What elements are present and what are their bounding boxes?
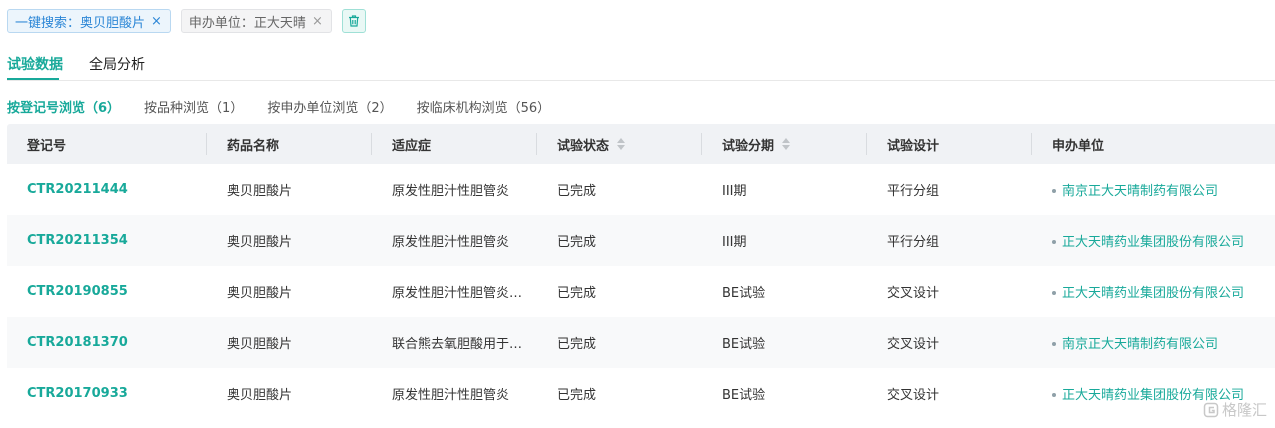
subtab-by-variety[interactable]: 按品种浏览（1） bbox=[144, 97, 243, 116]
drug-name-cell: 奥贝胆酸片 bbox=[227, 388, 293, 403]
header-trial-phase[interactable]: 试验分期 bbox=[702, 124, 867, 164]
design-cell: 交叉设计 bbox=[887, 337, 940, 352]
indication-cell: 原发性胆汁性胆管炎… bbox=[392, 286, 523, 301]
sponsor-filter-label: 申办单位：正大天晴 bbox=[188, 15, 306, 31]
status-cell: 已完成 bbox=[557, 235, 597, 250]
watermark: 格隆汇 bbox=[1203, 399, 1267, 420]
registration-no-link[interactable]: CTR20211354 bbox=[7, 233, 207, 248]
status-cell: 已完成 bbox=[557, 388, 597, 403]
drug-name-cell: 奥贝胆酸片 bbox=[227, 235, 293, 250]
header-trial-design: 试验设计 bbox=[867, 124, 1032, 164]
table-row: CTR20211444 奥贝胆酸片 原发性胆汁性胆管炎 已完成 III期 平行分组 南京正大… bbox=[7, 164, 1275, 215]
bullet-icon bbox=[1052, 392, 1056, 397]
table-row: CTR20170933 奥贝胆酸片 原发性胆汁性胆管炎 已完成 BE试验 交叉设计 正大天晴… bbox=[7, 368, 1275, 419]
watermark-text: 格隆汇 bbox=[1221, 401, 1267, 419]
sponsor-link[interactable]: 南京正大天晴制药有限公司 bbox=[1032, 180, 1275, 199]
close-icon[interactable]: × bbox=[312, 14, 323, 29]
status-cell: 已完成 bbox=[557, 337, 597, 352]
phase-cell: III期 bbox=[722, 235, 747, 250]
phase-cell: BE试验 bbox=[722, 337, 766, 352]
bullet-icon bbox=[1052, 188, 1056, 193]
active-tab-indicator bbox=[7, 78, 59, 80]
table-row: CTR20181370 奥贝胆酸片 联合熊去氧胆酸用于… 已完成 BE试验 交叉设计 南京正… bbox=[7, 317, 1275, 368]
bullet-icon bbox=[1052, 341, 1056, 346]
design-cell: 交叉设计 bbox=[887, 286, 940, 301]
logo-icon bbox=[1203, 402, 1219, 417]
indication-cell: 联合熊去氧胆酸用于… bbox=[392, 337, 523, 352]
table-header: 登记号 药品名称 适应症 试验状态 试验分期 试验设计 申办单位 bbox=[7, 124, 1275, 164]
phase-cell: III期 bbox=[722, 184, 747, 199]
search-filter-label: 一键搜索：奥贝胆酸片 bbox=[15, 15, 146, 31]
trash-icon bbox=[348, 15, 359, 27]
phase-cell: BE试验 bbox=[722, 286, 766, 301]
phase-cell: BE试验 bbox=[722, 388, 766, 403]
main-tabs: 试验数据 全局分析 bbox=[7, 54, 1275, 81]
header-registration-no: 登记号 bbox=[7, 124, 207, 164]
clear-filters-button[interactable] bbox=[341, 9, 366, 33]
drug-name-cell: 奥贝胆酸片 bbox=[227, 184, 293, 199]
registration-no-link[interactable]: CTR20181370 bbox=[7, 335, 207, 350]
header-trial-status[interactable]: 试验状态 bbox=[537, 124, 702, 164]
sort-icon[interactable] bbox=[782, 137, 791, 151]
browse-subtabs: 按登记号浏览（6） 按品种浏览（1） 按申办单位浏览（2） 按临床机构浏览（56… bbox=[7, 97, 574, 116]
design-cell: 平行分组 bbox=[887, 184, 940, 199]
design-cell: 平行分组 bbox=[887, 235, 940, 250]
header-drug-name: 药品名称 bbox=[207, 124, 372, 164]
status-cell: 已完成 bbox=[557, 286, 597, 301]
tab-global-analysis[interactable]: 全局分析 bbox=[89, 54, 145, 74]
sponsor-link[interactable]: 南京正大天晴制药有限公司 bbox=[1032, 333, 1275, 352]
drug-name-cell: 奥贝胆酸片 bbox=[227, 286, 293, 301]
sort-icon[interactable] bbox=[617, 137, 626, 151]
table-row: CTR20190855 奥贝胆酸片 原发性胆汁性胆管炎… 已完成 BE试验 交叉设计 正大天… bbox=[7, 266, 1275, 317]
header-indication: 适应症 bbox=[372, 124, 537, 164]
sponsor-link[interactable]: 正大天晴药业集团股份有限公司 bbox=[1032, 231, 1275, 250]
filter-chips: 一键搜索：奥贝胆酸片 × 申办单位：正大天晴 × bbox=[7, 9, 366, 33]
table-row: CTR20211354 奥贝胆酸片 原发性胆汁性胆管炎 已完成 III期 平行分组 正大天晴… bbox=[7, 215, 1275, 266]
close-icon[interactable]: × bbox=[151, 14, 162, 29]
indication-cell: 原发性胆汁性胆管炎 bbox=[392, 388, 510, 403]
subtab-by-registration[interactable]: 按登记号浏览（6） bbox=[7, 97, 120, 116]
drug-name-cell: 奥贝胆酸片 bbox=[227, 337, 293, 352]
registration-no-link[interactable]: CTR20190855 bbox=[7, 284, 207, 299]
header-sponsor: 申办单位 bbox=[1052, 138, 1105, 154]
indication-cell: 原发性胆汁性胆管炎 bbox=[392, 184, 510, 199]
registration-no-link[interactable]: CTR20170933 bbox=[7, 386, 207, 401]
subtab-by-site[interactable]: 按临床机构浏览（56） bbox=[417, 97, 551, 116]
design-cell: 交叉设计 bbox=[887, 388, 940, 403]
bullet-icon bbox=[1052, 239, 1056, 244]
registration-no-link[interactable]: CTR20211444 bbox=[7, 182, 207, 197]
trials-table: 登记号 药品名称 适应症 试验状态 试验分期 试验设计 申办单位 CTR2021… bbox=[7, 124, 1275, 419]
search-filter-chip[interactable]: 一键搜索：奥贝胆酸片 × bbox=[7, 9, 171, 33]
subtab-by-sponsor[interactable]: 按申办单位浏览（2） bbox=[267, 97, 392, 116]
status-cell: 已完成 bbox=[557, 184, 597, 199]
indication-cell: 原发性胆汁性胆管炎 bbox=[392, 235, 510, 250]
table-body: CTR20211444 奥贝胆酸片 原发性胆汁性胆管炎 已完成 III期 平行分组 南京正大… bbox=[7, 164, 1275, 419]
tab-trial-data[interactable]: 试验数据 bbox=[7, 54, 63, 74]
bullet-icon bbox=[1052, 290, 1056, 295]
sponsor-link[interactable]: 正大天晴药业集团股份有限公司 bbox=[1032, 282, 1275, 301]
sponsor-filter-chip[interactable]: 申办单位：正大天晴 × bbox=[180, 9, 332, 33]
